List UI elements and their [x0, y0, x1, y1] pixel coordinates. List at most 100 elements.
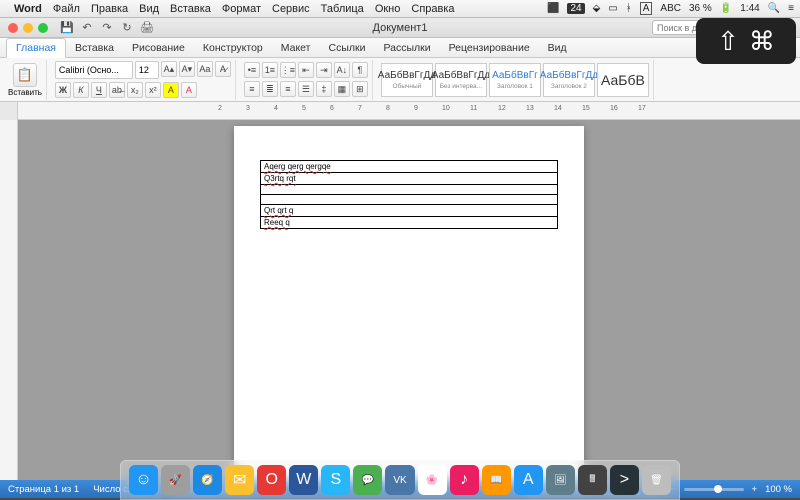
dock-terminal[interactable]: >	[610, 465, 639, 495]
dock-photos[interactable]: 🌸	[418, 465, 447, 495]
document-table[interactable]: Aqerg qerg qergqe Q3rtq rqt Qrt qrt q Re…	[260, 160, 558, 229]
align-right-button[interactable]: ≡	[280, 81, 296, 97]
airplay-icon[interactable]: ▭	[608, 3, 617, 14]
decrease-indent-button[interactable]: ⇤	[298, 62, 314, 78]
menu-extra-icon[interactable]: ⬛	[547, 3, 559, 14]
document-canvas[interactable]: Aqerg qerg qergqe Q3rtq rqt Qrt qrt q Re…	[18, 120, 800, 480]
paste-button[interactable]: 📋 Вставить	[8, 63, 42, 97]
tab-home[interactable]: Главная	[6, 38, 66, 58]
dock-skype[interactable]: S	[321, 465, 350, 495]
menu-window[interactable]: Окно	[375, 3, 401, 15]
dock-word[interactable]: W	[289, 465, 318, 495]
increase-indent-button[interactable]: ⇥	[316, 62, 332, 78]
line-spacing-button[interactable]: ‡	[316, 81, 332, 97]
app-menu[interactable]: Word	[14, 3, 42, 15]
dock-preview[interactable]: 🖼	[546, 465, 575, 495]
multilevel-button[interactable]: ⋮≡	[280, 62, 296, 78]
tab-mailings[interactable]: Рассылки	[374, 39, 439, 57]
save-icon[interactable]: 💾	[60, 21, 74, 35]
dock-trash[interactable]: 🗑	[642, 465, 671, 495]
tab-draw[interactable]: Рисование	[123, 39, 194, 57]
zoom-level[interactable]: 100 %	[765, 484, 792, 495]
dock-appstore[interactable]: A	[514, 465, 543, 495]
show-marks-button[interactable]: ¶	[352, 62, 368, 78]
page-indicator[interactable]: Страница 1 из 1	[8, 484, 79, 495]
dock-messages[interactable]: 💬	[353, 465, 382, 495]
tab-review[interactable]: Рецензирование	[440, 39, 539, 57]
menu-format[interactable]: Формат	[222, 3, 261, 15]
tab-design[interactable]: Конструктор	[194, 39, 272, 57]
notification-center-icon[interactable]: ≡	[788, 3, 794, 14]
tab-view[interactable]: Вид	[539, 39, 576, 57]
dock-safari[interactable]: 🧭	[193, 465, 222, 495]
style-heading1[interactable]: АаБбВвГгЗаголовок 1	[489, 63, 541, 97]
zoom-slider[interactable]	[684, 488, 744, 491]
zoom-button[interactable]	[38, 23, 48, 33]
tab-references[interactable]: Ссылки	[319, 39, 374, 57]
dock-ibooks[interactable]: 📖	[482, 465, 511, 495]
repeat-icon[interactable]: ↻	[120, 21, 134, 35]
undo-icon[interactable]: ↶	[80, 21, 94, 35]
style-title[interactable]: АаБбВ	[597, 63, 649, 97]
superscript-button[interactable]: x²	[145, 82, 161, 98]
tab-insert[interactable]: Вставка	[66, 39, 123, 57]
abc-indicator[interactable]: ABC	[660, 3, 681, 14]
justify-button[interactable]: ☰	[298, 81, 314, 97]
lang-indicator[interactable]: А	[640, 2, 653, 15]
bold-button[interactable]: Ж	[55, 82, 71, 98]
vertical-ruler[interactable]	[0, 120, 18, 480]
dock-mail[interactable]: ✉	[225, 465, 254, 495]
battery-text[interactable]: 36 %	[689, 3, 712, 14]
align-center-button[interactable]: ≣	[262, 81, 278, 97]
shrink-font-button[interactable]: A▾	[179, 61, 195, 77]
menu-table[interactable]: Таблица	[321, 3, 364, 15]
menu-tools[interactable]: Сервис	[272, 3, 310, 15]
dropbox-icon[interactable]: ⬙	[593, 3, 601, 14]
dock-vk[interactable]: VK	[385, 465, 414, 495]
borders-button[interactable]: ⊞	[352, 81, 368, 97]
close-button[interactable]	[8, 23, 18, 33]
print-icon[interactable]: 🖨	[140, 21, 154, 35]
grow-font-button[interactable]: A▴	[161, 61, 177, 77]
bluetooth-icon[interactable]: ᚼ	[626, 3, 632, 14]
menu-badge[interactable]: 24	[567, 3, 584, 14]
dock-finder[interactable]: ☺	[129, 465, 158, 495]
align-left-button[interactable]: ≡	[244, 81, 260, 97]
strikethrough-button[interactable]: ab̶	[109, 82, 125, 98]
shading-button[interactable]: ▦	[334, 81, 350, 97]
horizontal-ruler[interactable]: 234567891011121314151617	[18, 102, 800, 120]
font-name-select[interactable]: Calibri (Осно...	[55, 61, 133, 79]
tab-layout[interactable]: Макет	[272, 39, 320, 57]
menu-view[interactable]: Вид	[139, 3, 159, 15]
style-nospacing[interactable]: АаБбВвГгДдБез интерва...	[435, 63, 487, 97]
page[interactable]: Aqerg qerg qergqe Q3rtq rqt Qrt qrt q Re…	[234, 126, 584, 480]
font-color-button[interactable]: A	[181, 82, 197, 98]
menu-help[interactable]: Справка	[411, 3, 454, 15]
menu-edit[interactable]: Правка	[91, 3, 128, 15]
subscript-button[interactable]: x₂	[127, 82, 143, 98]
highlight-button[interactable]: A	[163, 82, 179, 98]
dock-launchpad[interactable]: 🚀	[161, 465, 190, 495]
spotlight-icon[interactable]: 🔍	[768, 3, 780, 14]
redo-icon[interactable]: ↷	[100, 21, 114, 35]
battery-icon[interactable]: 🔋	[720, 3, 732, 14]
dock-opera[interactable]: O	[257, 465, 286, 495]
styles-group: АаБбВвГгДдОбычный АаБбВвГгДдБез интерва.…	[377, 60, 654, 100]
underline-button[interactable]: Ч	[91, 82, 107, 98]
style-heading2[interactable]: АаБбВвГгДдЗаголовок 2	[543, 63, 595, 97]
italic-button[interactable]: К	[73, 82, 89, 98]
zoom-in-button[interactable]: +	[752, 484, 758, 495]
dock-calculator[interactable]: 🖩	[578, 465, 607, 495]
font-size-select[interactable]: 12	[135, 61, 159, 79]
style-normal[interactable]: АаБбВвГгДдОбычный	[381, 63, 433, 97]
sort-button[interactable]: A↓	[334, 62, 350, 78]
clock[interactable]: 1:44	[740, 3, 759, 14]
clear-formatting-button[interactable]: A̷	[215, 61, 231, 77]
dock-itunes[interactable]: ♪	[450, 465, 479, 495]
menu-insert[interactable]: Вставка	[170, 3, 211, 15]
bullets-button[interactable]: •≡	[244, 62, 260, 78]
change-case-button[interactable]: Aa	[197, 61, 213, 77]
minimize-button[interactable]	[23, 23, 33, 33]
menu-file[interactable]: Файл	[53, 3, 80, 15]
numbering-button[interactable]: 1≡	[262, 62, 278, 78]
